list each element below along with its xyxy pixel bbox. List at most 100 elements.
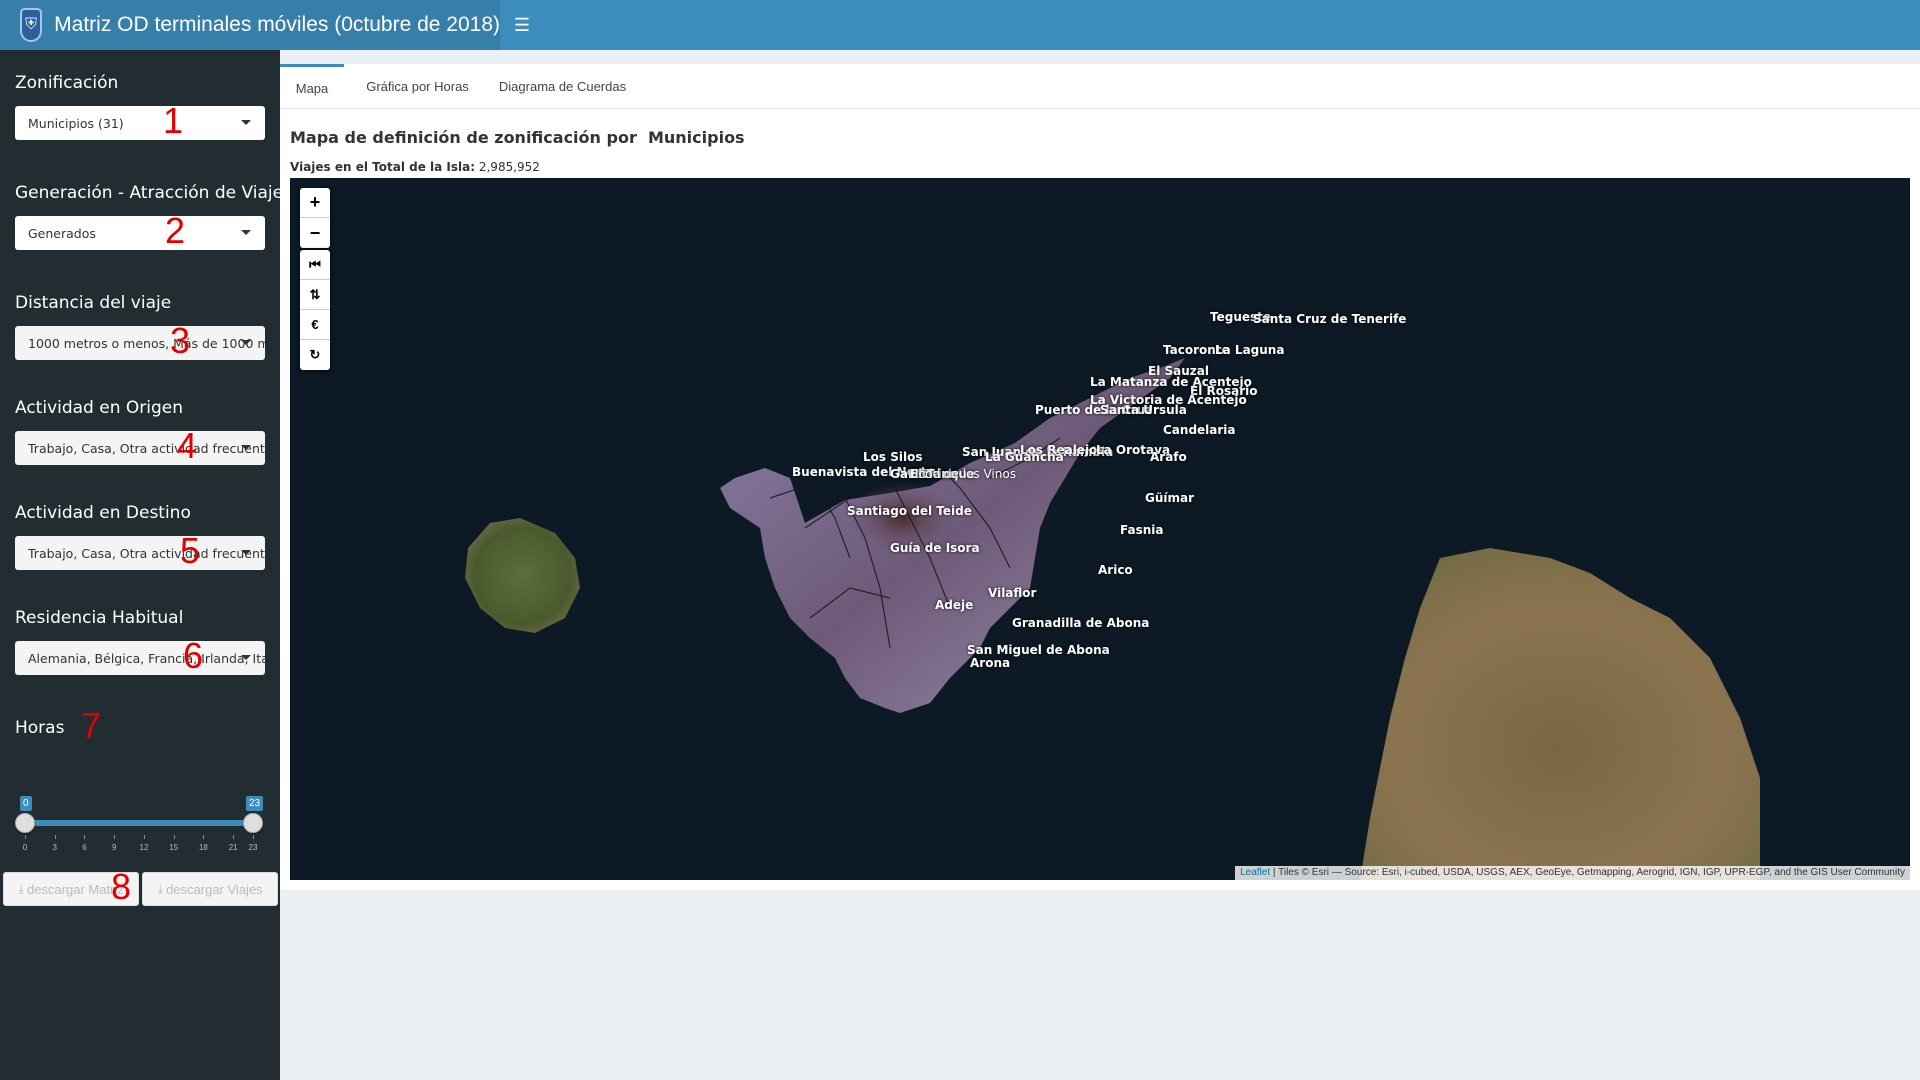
- place-label: Guía de Isora: [890, 541, 980, 555]
- slider-tick-label: 15: [169, 843, 179, 852]
- place-label: Arico: [1098, 563, 1133, 577]
- residencia-label: Residencia Habitual: [15, 608, 184, 628]
- place-label: Granadilla de Abona: [1012, 616, 1150, 630]
- download-icon: ⤓: [157, 881, 164, 896]
- place-label: Santiago del Teide: [847, 504, 972, 518]
- generacion-label: Generación - Atracción de Viajes: [15, 183, 292, 203]
- distancia-control: Distancia del viaje 1000 metros o menos,…: [15, 293, 265, 360]
- slider-tick: [84, 835, 86, 839]
- slider-tick-label: 23: [248, 843, 258, 852]
- place-label: Santa Cruz de Tenerife: [1253, 312, 1407, 326]
- slider-min-handle[interactable]: [15, 813, 35, 833]
- chevron-down-icon: [241, 120, 251, 125]
- actividad-origen-select[interactable]: Trabajo, Casa, Otra actividad frecuente: [15, 431, 265, 465]
- slider-tick-label: 9: [111, 843, 117, 852]
- horas-slider[interactable]: 0 23 0 3 6 9 12 15 18 21 23: [15, 755, 264, 865]
- slider-min-badge: 0: [20, 796, 32, 811]
- sort-icon[interactable]: ⇅: [300, 280, 330, 310]
- place-label: La Guancha: [985, 450, 1064, 464]
- download-icon: ⤓: [18, 881, 24, 896]
- place-label: Vilaflor: [988, 586, 1037, 600]
- marker-4: 4: [177, 425, 198, 466]
- leaflet-link[interactable]: Leaflet: [1240, 867, 1270, 878]
- trip-total-label: Viajes en el Total de la Isla:: [290, 160, 476, 174]
- residencia-value: Alemania, Bélgica, Francia, Irlanda, Ita…: [28, 650, 265, 666]
- tab-grafica-horas[interactable]: Gráfica por Horas: [355, 64, 480, 109]
- gran-canaria-island: [1360, 548, 1760, 880]
- slider-tick: [143, 835, 145, 839]
- slider-tick: [203, 835, 205, 839]
- marker-3: 3: [170, 320, 191, 361]
- slider-tick-label: 0: [22, 843, 28, 852]
- sidebar: Zonificación Municipios (31) 1 Generació…: [0, 50, 292, 1080]
- leaflet-map[interactable]: + − ⏮ ⇅ € ↻ Tegueste Santa Cruz de Tener…: [290, 178, 1910, 880]
- chevron-down-icon: [241, 550, 251, 555]
- distancia-value: 1000 metros o menos, Más de 1000 m: [28, 335, 265, 351]
- place-label: Los Silos: [863, 450, 923, 464]
- place-label: La Laguna: [1215, 343, 1285, 357]
- zonificacion-value: Municipios (31): [28, 115, 124, 131]
- download-trips-label: descargar Viajes: [166, 881, 263, 897]
- slider-tick: [54, 835, 56, 839]
- chevron-down-icon: [241, 230, 251, 235]
- place-label: San Miguel de Abona: [967, 643, 1110, 657]
- refresh-icon[interactable]: ↻: [300, 340, 330, 370]
- slider-max-badge: 23: [246, 796, 264, 811]
- actividad-origen-control: Actividad en Origen Trabajo, Casa, Otra …: [15, 398, 265, 465]
- slider-tick: [233, 835, 235, 839]
- marker-5: 5: [180, 530, 201, 571]
- actividad-origen-label: Actividad en Origen: [15, 398, 184, 418]
- slider-tick-label: 18: [198, 843, 208, 852]
- download-trips-button[interactable]: ⤓ descargar Viajes: [142, 872, 278, 906]
- main-content: Mapa Gráfica por Horas Diagrama de Cuerd…: [280, 50, 1920, 1080]
- residencia-select[interactable]: Alemania, Bélgica, Francia, Irlanda, Ita…: [15, 641, 265, 675]
- place-label: Fasnia: [1120, 523, 1164, 537]
- zonificacion-select[interactable]: Municipios (31): [15, 106, 265, 140]
- actividad-destino-select[interactable]: Trabajo, Casa, Otra actividad frecuente: [15, 536, 265, 570]
- actividad-destino-control: Actividad en Destino Trabajo, Casa, Otra…: [15, 503, 265, 570]
- first-icon[interactable]: ⏮: [300, 250, 330, 280]
- map-tools: ⏮ ⇅ € ↻: [300, 250, 330, 370]
- place-label: Arona: [970, 656, 1011, 670]
- logo-area: ⛨ Matriz OD terminales móviles (0ctubre …: [0, 0, 500, 50]
- place-label: Güímar: [1145, 491, 1195, 505]
- slider-track[interactable]: [25, 820, 255, 826]
- tab-bar: Mapa Gráfica por Horas Diagrama de Cuerd…: [280, 64, 1920, 109]
- slider-tick-label: 12: [139, 843, 149, 852]
- zoom-out-button[interactable]: −: [300, 218, 330, 248]
- place-label: Icod de los Vinos: [915, 467, 1016, 481]
- horas-label: Horas: [15, 718, 65, 738]
- tab-diagrama-cuerdas[interactable]: Diagrama de Cuerdas: [490, 64, 635, 109]
- actividad-destino-label: Actividad en Destino: [15, 503, 191, 523]
- marker-2: 2: [165, 210, 186, 251]
- place-label: Candelaria: [1163, 423, 1236, 437]
- generacion-control: Generación - Atracción de Viajes Generad…: [15, 183, 292, 250]
- euro-icon[interactable]: €: [300, 310, 330, 340]
- map-title: Mapa de definición de zonificación por M…: [290, 128, 745, 147]
- trip-total: Viajes en el Total de la Isla: 2,985,952: [290, 160, 540, 174]
- app-title: Matriz OD terminales móviles (0ctubre de…: [54, 13, 500, 36]
- satellite-tiles: [465, 358, 1760, 880]
- actividad-destino-value: Trabajo, Casa, Otra actividad frecuente: [28, 545, 265, 561]
- attribution-text: | Tiles © Esri — Source: Esri, i-cubed, …: [1270, 867, 1905, 878]
- slider-max-handle[interactable]: [243, 813, 263, 833]
- chevron-down-icon: [241, 340, 251, 345]
- marker-8: 8: [111, 866, 132, 907]
- zoom-in-button[interactable]: +: [300, 188, 330, 218]
- trip-total-value: 2,985,952: [478, 160, 540, 174]
- distancia-label: Distancia del viaje: [15, 293, 172, 313]
- chevron-down-icon: [241, 445, 251, 450]
- generacion-value: Generados: [28, 225, 96, 241]
- actividad-origen-value: Trabajo, Casa, Otra actividad frecuente: [28, 440, 265, 456]
- generacion-select[interactable]: Generados: [15, 216, 265, 250]
- zoom-control: + −: [300, 188, 330, 248]
- menu-toggle-icon[interactable]: ☰: [512, 0, 532, 50]
- slider-tick: [253, 835, 254, 839]
- slider-tick-label: 21: [228, 843, 238, 852]
- place-label: Adeje: [935, 598, 974, 612]
- map-attribution: Leaflet | Tiles © Esri — Source: Esri, i…: [1235, 866, 1910, 880]
- tab-mapa[interactable]: Mapa: [280, 64, 344, 109]
- residencia-control: Residencia Habitual Alemania, Bélgica, F…: [15, 608, 265, 675]
- distancia-select[interactable]: 1000 metros o menos, Más de 1000 m: [15, 326, 265, 360]
- place-label: Arafo: [1150, 450, 1187, 464]
